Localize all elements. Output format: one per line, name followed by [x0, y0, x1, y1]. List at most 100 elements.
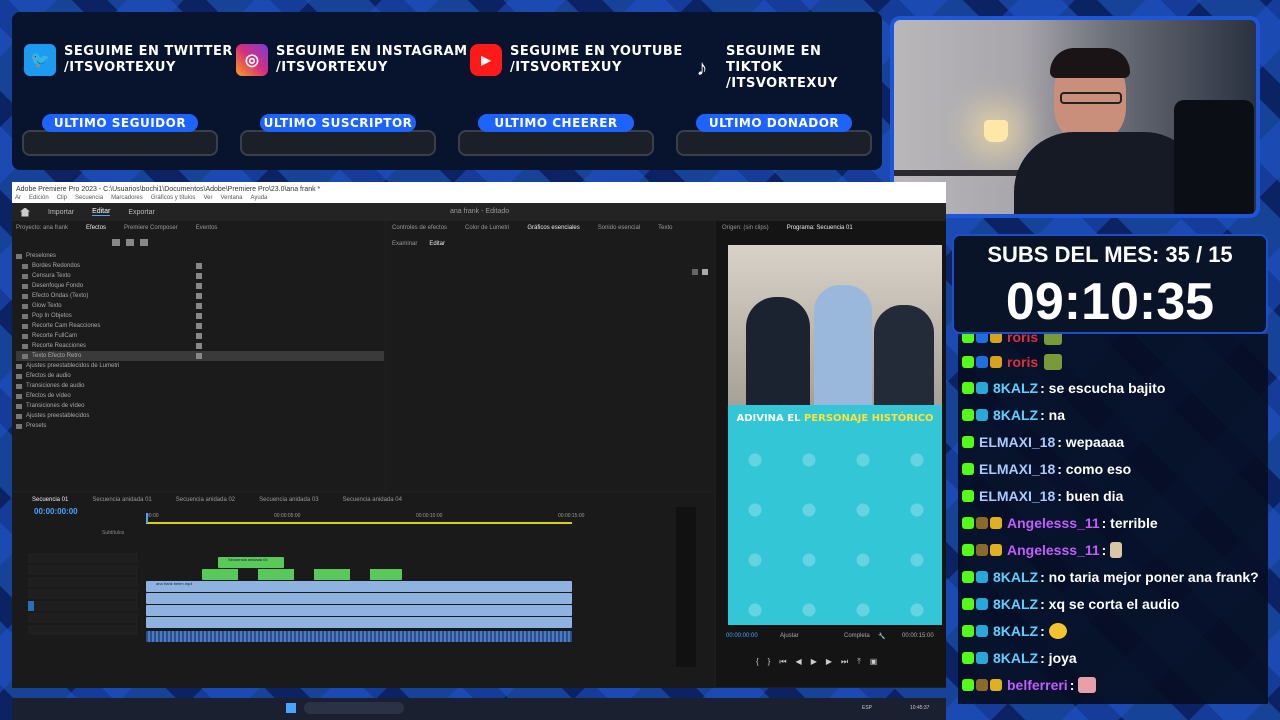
menu-edicion[interactable]: Edición — [29, 193, 49, 203]
chat-username[interactable]: 8KALZ — [993, 407, 1038, 423]
nested-sequence-clip[interactable]: Secuencia anidada 04 — [218, 557, 284, 568]
wrench-icon[interactable]: 🔧 — [878, 633, 885, 640]
menu-ver[interactable]: Ver — [203, 193, 212, 203]
tab-editar[interactable]: Editar — [92, 208, 111, 216]
playhead[interactable] — [146, 513, 148, 523]
track-header-v3[interactable] — [28, 565, 138, 575]
preset-item[interactable]: Glow Texto — [16, 301, 384, 311]
track-header-v2[interactable] — [28, 577, 138, 587]
tab-edit[interactable]: Editar — [429, 241, 445, 247]
tab-essential-graphics[interactable]: Gráficos esenciales — [527, 225, 579, 231]
preset-item[interactable]: Recorte Reacciones — [16, 341, 384, 351]
tab-project[interactable]: Proyecto: ana frank — [16, 225, 68, 231]
effect-folder[interactable]: Presets — [16, 421, 384, 431]
video-clip-v3[interactable]: ana frank belen.mp4 — [146, 581, 572, 592]
video-clip-base[interactable] — [146, 617, 572, 628]
timeline-timecode[interactable]: 00:00:00:00 — [34, 507, 78, 516]
chat-username[interactable]: belferreri — [1007, 677, 1068, 693]
track-header-a2[interactable] — [28, 613, 138, 623]
filter-yuv-icon[interactable] — [140, 239, 148, 246]
video-clip-v2[interactable] — [146, 593, 572, 604]
preset-item[interactable]: Recorte FullCam — [16, 331, 384, 341]
chat-username[interactable]: 8KALZ — [993, 623, 1038, 639]
chat-username[interactable]: roris — [1007, 334, 1038, 345]
menu-secuencia[interactable]: Secuencia — [75, 193, 103, 203]
menu-clip[interactable]: Clip — [57, 193, 67, 203]
chat-username[interactable]: roris — [1007, 354, 1038, 370]
tab-events[interactable]: Eventos — [196, 225, 218, 231]
lift-icon[interactable]: ⤒ — [857, 657, 861, 667]
effect-folder[interactable]: Transiciones de vídeo — [16, 401, 384, 411]
step-back-icon[interactable]: ◀ — [796, 657, 802, 667]
chat-username[interactable]: 8KALZ — [993, 650, 1038, 666]
effect-folder[interactable]: Efectos de vídeo — [16, 391, 384, 401]
tab-premiere-composer[interactable]: Premiere Composer — [124, 225, 178, 231]
tab-lumetri-color[interactable]: Color de Lumetri — [465, 225, 509, 231]
tab-effect-controls[interactable]: Controles de efectos — [392, 225, 447, 231]
tab-sequence-01[interactable]: Secuencia 01 — [32, 497, 68, 503]
audio-clip-a1[interactable] — [146, 631, 572, 642]
tab-effects[interactable]: Efectos — [86, 225, 106, 231]
chat-username[interactable]: ELMAXI_18 — [979, 461, 1055, 477]
effect-folder[interactable]: Transiciones de audio — [16, 381, 384, 391]
language-indicator[interactable]: ESP — [862, 705, 872, 711]
fit-dropdown[interactable]: Ajustar — [780, 633, 799, 639]
chat-username[interactable]: 8KALZ — [993, 596, 1038, 612]
video-clip-v1[interactable] — [146, 605, 572, 616]
go-to-in-icon[interactable]: ⏮ — [779, 657, 786, 667]
chat-username[interactable]: 8KALZ — [993, 569, 1038, 585]
filter-32-icon[interactable] — [126, 239, 134, 246]
preset-item-selected[interactable]: Texto Efecto Retro — [16, 351, 384, 361]
tab-nested-02[interactable]: Secuencia anidada 02 — [176, 497, 235, 503]
menu-ventana[interactable]: Ventana — [220, 193, 242, 203]
mark-out-icon[interactable]: } — [768, 657, 771, 667]
menu-graficos[interactable]: Gráficos y títulos — [151, 193, 196, 203]
chat-username[interactable]: 8KALZ — [993, 380, 1038, 396]
tab-browse[interactable]: Examinar — [392, 241, 417, 247]
preset-item[interactable]: Censura Texto — [16, 271, 384, 281]
graphic-clips-v4[interactable] — [202, 569, 402, 580]
export-frame-icon[interactable]: ▣ — [870, 657, 878, 667]
start-icon[interactable] — [286, 703, 296, 713]
track-header-v4[interactable] — [28, 553, 138, 563]
preset-item[interactable]: Pop In Objetos — [16, 311, 384, 321]
go-to-out-icon[interactable]: ⏭ — [841, 657, 848, 667]
tab-text[interactable]: Texto — [658, 225, 672, 231]
track-header-a1[interactable] — [28, 601, 138, 611]
step-forward-icon[interactable]: ▶ — [826, 657, 832, 667]
tab-source[interactable]: Origen: (sin clips) — [722, 225, 769, 231]
tab-program[interactable]: Programa: Secuencia 01 — [787, 225, 853, 231]
chat-username[interactable]: ELMAXI_18 — [979, 488, 1055, 504]
chat-username[interactable]: Angelesss_11 — [1007, 515, 1100, 531]
preset-item[interactable]: Desenfoque Fondo — [16, 281, 384, 291]
work-area-bar[interactable] — [146, 522, 572, 524]
preset-item[interactable]: Efecto Ondas (Texto) — [16, 291, 384, 301]
chat-username[interactable]: Angelesss_11 — [1007, 542, 1100, 558]
tab-importar[interactable]: Importar — [48, 209, 74, 216]
program-timecode[interactable]: 00:00:00:00 — [726, 633, 758, 639]
effect-folder[interactable]: Ajustes preestablecidos de Lumetri — [16, 361, 384, 371]
mark-in-icon[interactable]: { — [756, 657, 759, 667]
menu-archivo[interactable]: Ar — [15, 193, 21, 203]
preset-item[interactable]: Recorte Cam Reacciones — [16, 321, 384, 331]
menu-ayuda[interactable]: Ayuda — [250, 193, 267, 203]
effect-folder[interactable]: Ajustes preestablecidos — [16, 411, 384, 421]
track-header-a3[interactable] — [28, 625, 138, 635]
menu-marcadores[interactable]: Marcadores — [111, 193, 143, 203]
track-header-v1[interactable] — [28, 589, 138, 599]
play-icon[interactable]: ▶ — [811, 657, 817, 667]
tab-essential-sound[interactable]: Sonido esencial — [598, 225, 640, 231]
home-icon[interactable] — [20, 207, 30, 217]
chat-username[interactable]: ELMAXI_18 — [979, 434, 1055, 450]
pin-icon[interactable] — [702, 269, 708, 275]
tab-exportar[interactable]: Exportar — [128, 209, 154, 216]
new-bin-icon[interactable] — [112, 239, 120, 246]
new-layer-icon[interactable] — [692, 269, 698, 275]
presets-root[interactable]: Preselones — [16, 251, 384, 261]
search-bar[interactable] — [304, 702, 404, 714]
tab-nested-01[interactable]: Secuencia anidada 01 — [92, 497, 151, 503]
clock[interactable]: 10:45:37 — [910, 705, 929, 711]
effect-folder[interactable]: Efectos de audio — [16, 371, 384, 381]
tab-nested-04[interactable]: Secuencia anidada 04 — [343, 497, 402, 503]
tab-nested-03[interactable]: Secuencia anidada 03 — [259, 497, 318, 503]
